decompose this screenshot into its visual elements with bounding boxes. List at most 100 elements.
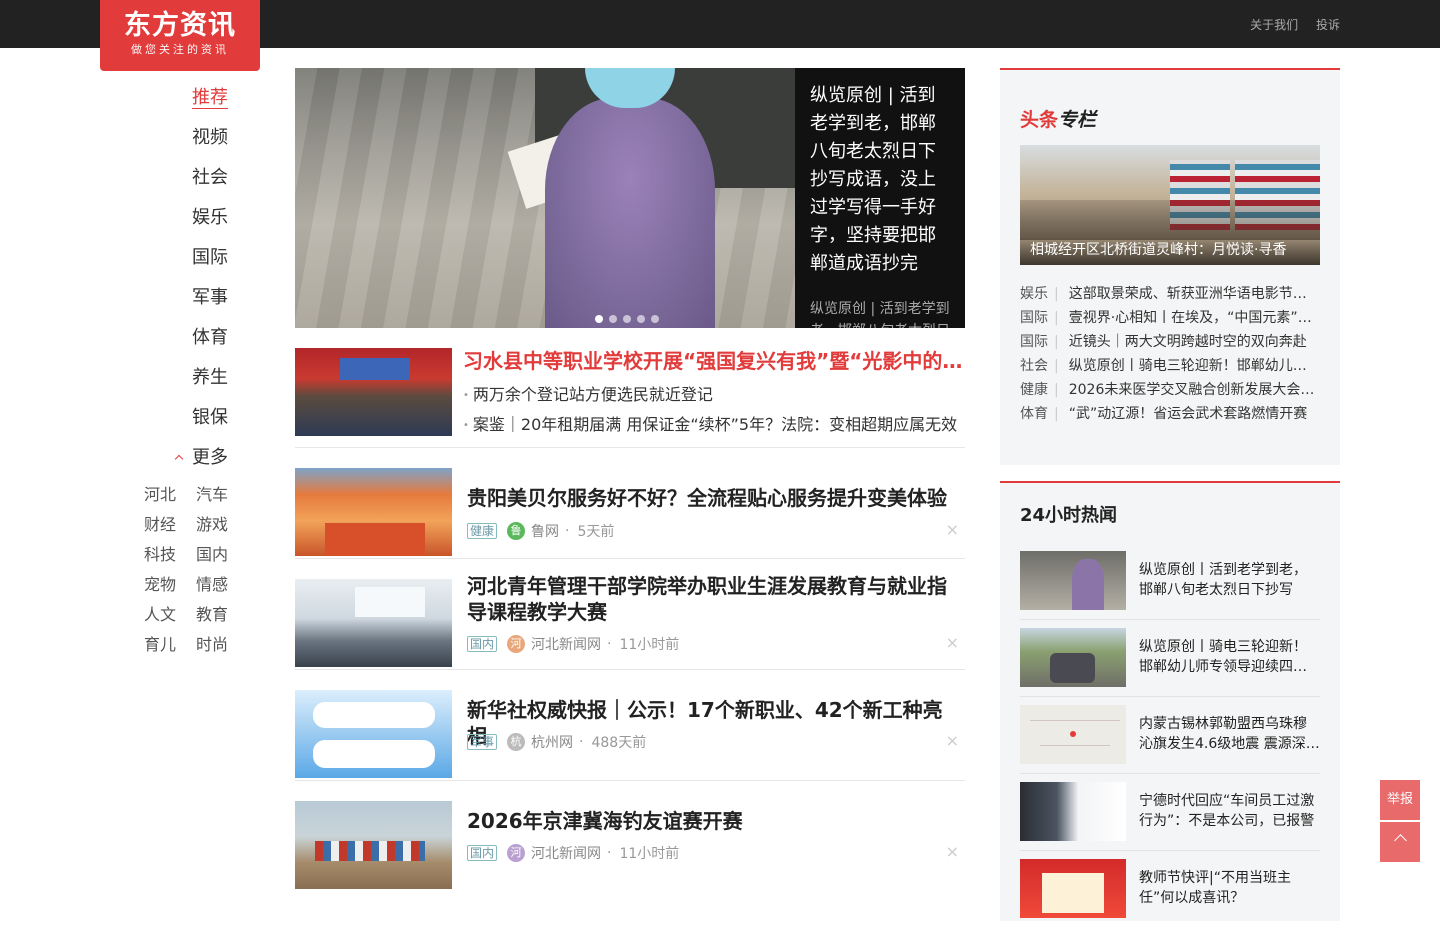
- site-logo[interactable]: 东方资讯 做您关注的资讯: [100, 0, 260, 71]
- news-meta: 国内 河 河北新闻网 · 11小时前: [467, 843, 679, 863]
- news-thumbnail[interactable]: [295, 801, 452, 889]
- hot-title: 纵览原创丨骑电三轮迎新！邯郸幼儿师专领导迎续四…: [1139, 639, 1307, 675]
- news-thumbnail[interactable]: [295, 468, 452, 556]
- news-title[interactable]: 河北青年管理干部学院举办职业生涯发展教育与就业指导课程教学大赛: [467, 573, 957, 625]
- nav-item-military[interactable]: 军事: [100, 278, 230, 318]
- nav-item-video[interactable]: 视频: [100, 118, 230, 158]
- publish-time: 488天前: [591, 735, 647, 751]
- news-title[interactable]: 贵阳美贝尔服务好不好？全流程贴心服务提升变美体验: [467, 485, 957, 511]
- headline-column-logo: 头条专栏: [1020, 109, 1097, 131]
- category-tag[interactable]: 军事: [467, 734, 498, 750]
- close-icon[interactable]: ×: [946, 842, 959, 861]
- hot-thumbnail[interactable]: [1020, 551, 1126, 610]
- list-item[interactable]: 国际 | 近镜头｜两大文明跨越时空的双向奔赴: [1020, 330, 1320, 354]
- nav-item-entertainment[interactable]: 娱乐: [100, 198, 230, 238]
- close-icon[interactable]: ×: [946, 731, 959, 750]
- headline-list: 娱乐 | 这部取景荣成、斩获亚洲华语电影节两… 国际 | 壹视界·心相知丨在埃及，“中国…: [1020, 282, 1320, 426]
- sub-channel[interactable]: 情感: [176, 570, 228, 600]
- list-item[interactable]: 习水县中等职业学校开展“强国复兴有我”暨“光影中的… 两万余个登记站方便选民就近…: [295, 348, 965, 448]
- list-item[interactable]: 国际 | 壹视界·心相知丨在埃及，“中国元素”见…: [1020, 306, 1320, 330]
- list-item[interactable]: 娱乐 | 这部取景荣成、斩获亚洲华语电影节两…: [1020, 282, 1320, 306]
- hot-news-list: 纵览原创丨活到老学到老，邯郸八旬老太烈日下抄写成… 纵览原创丨骑电三轮迎新！邯郸…: [1020, 543, 1320, 928]
- source-name[interactable]: 河北新闻网: [531, 634, 601, 654]
- category-tag[interactable]: 健康: [467, 523, 498, 539]
- arrow-up-icon: [1393, 834, 1407, 847]
- close-icon[interactable]: ×: [946, 633, 959, 652]
- nav-item-international[interactable]: 国际: [100, 238, 230, 278]
- related-link[interactable]: 案鉴｜20年租期届满 用保证金“续杯”5年？法院：变相超期应属无效: [463, 411, 957, 435]
- publish-time: 11小时前: [619, 637, 680, 653]
- list-item[interactable]: 2026年京津冀海钓友谊赛开赛 国内 河 河北新闻网 · 11小时前 ×: [295, 781, 965, 892]
- source-name[interactable]: 河北新闻网: [531, 843, 601, 863]
- channel-nav: 推荐 视频 社会 娱乐 国际 军事 体育 养生 银保 更多 河北 汽车 财经 游戏 …: [100, 78, 230, 660]
- hero-title: 纵览原创 | 活到老学到老，邯郸八旬老太烈日下抄写成语，没上过学写得一手好字，坚…: [810, 85, 936, 274]
- hot-thumbnail[interactable]: [1020, 859, 1126, 918]
- category-tag[interactable]: 国内: [467, 845, 498, 861]
- list-item[interactable]: 内蒙古锡林郭勒盟西乌珠穆沁旗发生4.6级地震 震源深…: [1020, 697, 1320, 774]
- news-title[interactable]: 习水县中等职业学校开展“强国复兴有我”暨“光影中的…: [463, 348, 965, 374]
- source-icon: 河: [507, 844, 526, 862]
- hero-carousel[interactable]: 纵览原创 | 活到老学到老，邯郸八旬老太烈日下抄写成语，没上过学写得一手好字，坚…: [295, 68, 965, 328]
- sub-channel[interactable]: 时尚: [176, 630, 228, 660]
- list-item[interactable]: 新华社权威快报｜公示！17个新职业、42个新工种亮相 军事 杭 杭州网 · 488…: [295, 670, 965, 781]
- list-item[interactable]: 体育 | “武”动辽源！省运会武术套路燃情开赛: [1020, 402, 1320, 426]
- hero-caption[interactable]: 纵览原创 | 活到老学到老，邯郸八旬老太烈日下抄写成语，没上过学写得一手好字，坚…: [795, 68, 965, 328]
- source-name[interactable]: 鲁网: [531, 521, 559, 541]
- feature-image[interactable]: 相城经开区北桥街道灵峰村：月悦读·寻香: [1020, 145, 1320, 265]
- category-tag[interactable]: 国内: [467, 636, 498, 652]
- nav-item-health[interactable]: 养生: [100, 358, 230, 398]
- carousel-dot[interactable]: [623, 315, 631, 323]
- news-thumbnail[interactable]: [295, 348, 452, 436]
- nav-item-sports[interactable]: 体育: [100, 318, 230, 358]
- hot-title: 纵览原创丨活到老学到老，邯郸八旬老太烈日下抄写成…: [1139, 562, 1307, 598]
- sub-channel[interactable]: 汽车: [176, 480, 228, 510]
- list-item[interactable]: 贵阳美贝尔服务好不好？全流程贴心服务提升变美体验 健康 鲁 鲁网 · 5天前 ×: [295, 448, 965, 559]
- news-meta: 国内 河 河北新闻网 · 11小时前: [467, 634, 679, 654]
- carousel-dot[interactable]: [637, 315, 645, 323]
- hot-thumbnail[interactable]: [1020, 705, 1126, 764]
- hero-image[interactable]: [295, 68, 795, 328]
- source-name[interactable]: 杭州网: [531, 732, 573, 752]
- news-thumbnail[interactable]: [295, 579, 452, 667]
- hot-title: 教师节快评|“不用当班主任”何以成喜讯？: [1139, 870, 1291, 906]
- list-item[interactable]: 教师节快评|“不用当班主任”何以成喜讯？: [1020, 851, 1320, 928]
- list-item[interactable]: 健康 | 2026未来医学交叉融合创新发展大会…: [1020, 378, 1320, 402]
- sub-channel[interactable]: 教育: [176, 600, 228, 630]
- report-button[interactable]: 举报: [1380, 780, 1420, 820]
- nav-more-toggle[interactable]: 更多: [100, 438, 230, 478]
- list-item[interactable]: 纵览原创丨活到老学到老，邯郸八旬老太烈日下抄写成…: [1020, 543, 1320, 620]
- sub-channel[interactable]: 财经: [124, 510, 176, 540]
- hot-thumbnail[interactable]: [1020, 628, 1126, 687]
- back-to-top-button[interactable]: [1380, 822, 1420, 862]
- sub-channel[interactable]: 河北: [124, 480, 176, 510]
- list-item[interactable]: 纵览原创丨骑电三轮迎新！邯郸幼儿师专领导迎续四…: [1020, 620, 1320, 697]
- news-feed: 习水县中等职业学校开展“强国复兴有我”暨“光影中的… 两万余个登记站方便选民就近…: [295, 348, 965, 892]
- news-title[interactable]: 2026年京津冀海钓友谊赛开赛: [467, 808, 957, 834]
- sub-channel[interactable]: 宠物: [124, 570, 176, 600]
- carousel-dot[interactable]: [595, 315, 603, 323]
- news-thumbnail[interactable]: [295, 690, 452, 778]
- list-item[interactable]: 宁德时代回应“车间员工过激行为”：不是本公司，已报警: [1020, 774, 1320, 851]
- nav-item-insurance[interactable]: 银保: [100, 398, 230, 438]
- related-link[interactable]: 两万余个登记站方便选民就近登记: [463, 381, 713, 405]
- feature-caption: 相城经开区北桥街道灵峰村：月悦读·寻香: [1020, 237, 1320, 265]
- close-icon[interactable]: ×: [946, 520, 959, 539]
- nav-item-society[interactable]: 社会: [100, 158, 230, 198]
- sub-channel[interactable]: 人文: [124, 600, 176, 630]
- complaint-link[interactable]: 投诉: [1316, 18, 1340, 32]
- list-item[interactable]: 河北青年管理干部学院举办职业生涯发展教育与就业指导课程教学大赛 国内 河 河北新…: [295, 559, 965, 670]
- carousel-dot[interactable]: [651, 315, 659, 323]
- sub-channel[interactable]: 育儿: [124, 630, 176, 660]
- hot-thumbnail[interactable]: [1020, 782, 1126, 841]
- logo-text: 东方资讯: [124, 10, 236, 41]
- about-link[interactable]: 关于我们: [1250, 18, 1298, 32]
- sub-channel[interactable]: 游戏: [176, 510, 228, 540]
- nav-item-recommend[interactable]: 推荐: [100, 78, 230, 118]
- sub-channel[interactable]: 科技: [124, 540, 176, 570]
- logo-tagline: 做您关注的资讯: [131, 43, 229, 56]
- publish-time: 5天前: [577, 524, 615, 540]
- sub-channel-grid: 河北 汽车 财经 游戏 科技 国内 宠物 情感 人文 教育 育儿 时尚: [100, 480, 230, 660]
- carousel-dot[interactable]: [609, 315, 617, 323]
- sub-channel[interactable]: 国内: [176, 540, 228, 570]
- list-item[interactable]: 社会 | 纵览原创丨骑电三轮迎新！邯郸幼儿师…: [1020, 354, 1320, 378]
